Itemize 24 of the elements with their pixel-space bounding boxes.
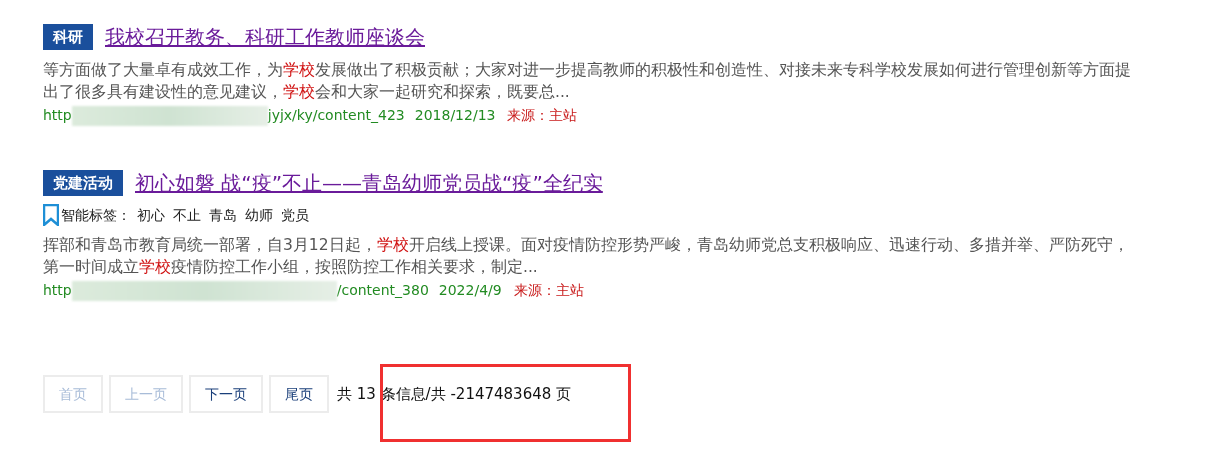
result-snippet: 挥部和青岛市教育局统一部署，自3月12日起，学校开启线上授课。面对疫情防控形势严峻，青岛幼师党总支积极响应、迅速行动、多措并举、严防死守，第一时间成立学校疫情防控工作小组，按照防控工作相关要求，制定... (43, 235, 1130, 278)
category-tag: 科研 (43, 24, 93, 50)
pagination-button[interactable]: 下一页 (189, 375, 263, 413)
result-title-link[interactable]: 初心如磐 战“疫”不止——青岛幼师党员战“疫”全纪实 (135, 168, 603, 198)
result-date: 2022/4/9 (438, 281, 502, 300)
pagination-button[interactable]: 尾页 (269, 375, 329, 413)
result-snippet: 等方面做了大量卓有成效工作，为学校发展做出了积极贡献；大家对进一步提高教师的积极性和创造性、对接未来专科学校发展如何进行管理创新等方面提出了很多具有建设性的意见建议，学校会和大家一起研究和探索，既要总... (43, 60, 1132, 103)
result-url-start: http (43, 106, 72, 125)
result-date: 2018/12/13 (414, 106, 496, 125)
pagination-summary: 共 13 条信息/共 -2147483648 页 (337, 383, 572, 405)
smart-tag[interactable]: 初心 (137, 204, 165, 226)
tags-label: 智能标签： (61, 205, 131, 225)
result-source: 来源：主站 (513, 281, 584, 300)
smart-tag[interactable]: 党员 (281, 204, 309, 226)
bookmark-icon (43, 204, 59, 226)
smart-tag[interactable]: 幼师 (245, 204, 273, 226)
result-url-start: http (43, 281, 72, 300)
category-tag: 党建活动 (43, 170, 123, 196)
smart-tag[interactable]: 不止 (173, 204, 201, 226)
result-url-end: jyjx/ky/content_423 (267, 106, 405, 125)
result-url-end: /content_380 (336, 281, 429, 300)
result-source: 来源：主站 (507, 106, 578, 125)
result-title-link[interactable]: 我校召开教务、科研工作教师座谈会 (105, 22, 425, 52)
smart-tag[interactable]: 青岛 (209, 204, 237, 226)
